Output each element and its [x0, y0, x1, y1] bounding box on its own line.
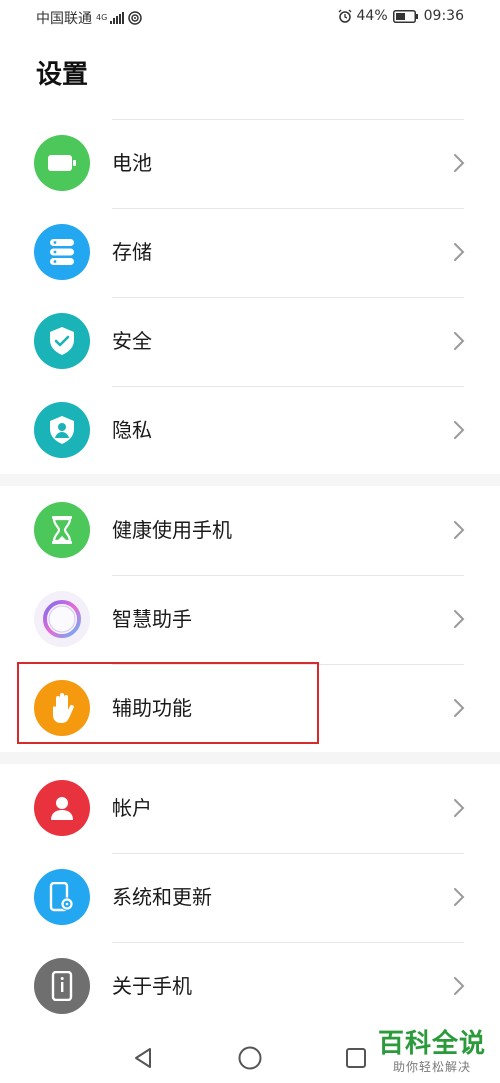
- watermark-subtitle: 助你轻松解决: [392, 1060, 471, 1074]
- watermark-title: 百科全说: [377, 1029, 486, 1059]
- network-type-top: 4G: [96, 13, 108, 22]
- status-left: 中国联通 4G: [36, 8, 142, 28]
- section-gap: [0, 474, 500, 486]
- settings-item-security[interactable]: 安全: [0, 297, 500, 385]
- settings-item-label: 电池: [112, 151, 152, 175]
- settings-item-label: 系统和更新: [112, 885, 212, 909]
- settings-item-label: 存储: [112, 240, 152, 264]
- settings-item-assistant[interactable]: 智慧助手: [0, 575, 500, 663]
- status-bar: 中国联通 4G 44% 09:36: [0, 0, 500, 34]
- battery-icon: [34, 135, 90, 191]
- user-icon: [34, 780, 90, 836]
- divider: [112, 119, 464, 120]
- phone-info-icon: [34, 958, 90, 1014]
- chevron-right-icon: [454, 888, 465, 906]
- settings-item-label: 帐户: [112, 796, 152, 820]
- settings-item-label: 智慧助手: [112, 607, 192, 631]
- hourglass-icon: [34, 502, 90, 558]
- signal-icon: [110, 12, 124, 24]
- hotspot-icon: [128, 11, 142, 25]
- settings-item-about-phone[interactable]: 关于手机: [0, 942, 500, 1030]
- alarm-icon: [338, 9, 351, 23]
- home-button[interactable]: [235, 1043, 265, 1073]
- chevron-right-icon: [454, 977, 465, 995]
- settings-item-storage[interactable]: 存储: [0, 208, 500, 296]
- recents-square-icon: [346, 1048, 366, 1068]
- chevron-right-icon: [454, 243, 465, 261]
- settings-item-account[interactable]: 帐户: [0, 764, 500, 852]
- carrier-name: 中国联通: [36, 11, 92, 27]
- back-triangle-icon: [135, 1048, 151, 1068]
- phone-gear-icon: [34, 869, 90, 925]
- settings-item-digital-balance[interactable]: 健康使用手机: [0, 486, 500, 574]
- divider: [112, 386, 464, 387]
- home-circle-icon: [238, 1046, 262, 1070]
- chevron-right-icon: [454, 699, 465, 717]
- divider: [112, 208, 464, 209]
- settings-item-label: 隐私: [112, 418, 152, 442]
- back-button[interactable]: [128, 1043, 158, 1073]
- section-gap: [0, 752, 500, 764]
- watermark: 百科全说 助你轻松解决: [378, 1023, 486, 1075]
- privacy-shield-icon: [34, 402, 90, 458]
- page-title: 设置: [36, 60, 89, 90]
- divider: [112, 297, 464, 298]
- settings-item-label: 健康使用手机: [112, 518, 232, 542]
- network-type: 4G: [96, 13, 108, 22]
- chevron-right-icon: [454, 154, 465, 172]
- assistant-ring-icon: [34, 591, 90, 647]
- highlight-box: [17, 662, 319, 744]
- chevron-right-icon: [454, 610, 465, 628]
- chevron-right-icon: [454, 521, 465, 539]
- battery-icon: [392, 9, 418, 23]
- battery-percent: 44%: [356, 8, 388, 24]
- status-right: 44% 09:36: [338, 8, 464, 24]
- chevron-right-icon: [454, 421, 465, 439]
- chevron-right-icon: [454, 332, 465, 350]
- chevron-right-icon: [454, 799, 465, 817]
- shield-check-icon: [34, 313, 90, 369]
- clock-time: 09:36: [423, 8, 464, 24]
- settings-item-system-update[interactable]: 系统和更新: [0, 853, 500, 941]
- settings-item-battery[interactable]: 电池: [0, 119, 500, 207]
- settings-item-label: 关于手机: [112, 974, 192, 998]
- recents-button[interactable]: [341, 1043, 371, 1073]
- settings-item-label: 安全: [112, 329, 152, 353]
- settings-item-privacy[interactable]: 隐私: [0, 386, 500, 474]
- storage-icon: [34, 224, 90, 280]
